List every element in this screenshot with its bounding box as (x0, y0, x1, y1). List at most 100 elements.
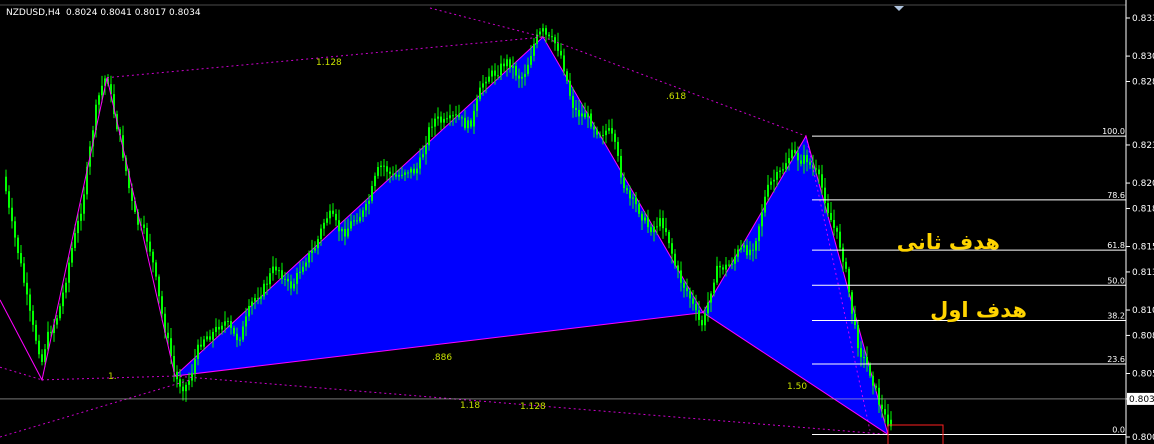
candle-body (293, 283, 295, 289)
candle-body (479, 87, 481, 99)
candle-body (485, 81, 487, 84)
candle-body (773, 179, 775, 182)
candle-body (200, 344, 202, 347)
candle-body (737, 249, 739, 257)
candle-body (251, 301, 253, 306)
candle-body (686, 287, 688, 292)
candle-body (881, 404, 883, 410)
candle-body (668, 232, 670, 244)
candle-body (569, 80, 571, 96)
candle-body (224, 321, 226, 326)
candle-body (851, 292, 853, 314)
price-tick-label: 0.823 (1132, 141, 1154, 151)
candle-body (338, 220, 340, 232)
candle-body (749, 249, 751, 256)
price-tick-label: 0.800 (1132, 433, 1154, 443)
candle-body (233, 327, 235, 334)
candle-body (32, 310, 34, 325)
candle-body (776, 171, 778, 180)
candle-body (491, 70, 493, 77)
candle-body (590, 113, 592, 127)
candle-body (98, 95, 100, 105)
candle-body (302, 266, 304, 272)
candle-body (545, 28, 547, 35)
candle-body (329, 210, 331, 219)
candle-body (65, 282, 67, 293)
candle-body (212, 331, 214, 340)
candle-body (242, 326, 244, 340)
candle-body (785, 163, 787, 170)
candle-body (17, 237, 19, 254)
price-tick-label: 0.805 (1132, 370, 1154, 380)
candle-body (428, 127, 430, 146)
candle-body (419, 157, 421, 169)
candle-body (461, 117, 463, 119)
candle-body (143, 224, 145, 228)
candle-body (743, 245, 745, 248)
candle-body (149, 241, 151, 252)
candle-body (410, 168, 412, 173)
candle-body (230, 321, 232, 328)
candle-body (884, 409, 886, 415)
candle-body (359, 216, 361, 222)
candle-body (275, 266, 277, 271)
candle-body (821, 174, 823, 188)
candle-body (629, 190, 631, 199)
candle-body (617, 141, 619, 156)
candle-body (176, 371, 178, 380)
candle-body (824, 187, 826, 204)
candle-body (431, 126, 433, 128)
candle-body (716, 265, 718, 283)
candle-body (659, 218, 661, 227)
candle-body (500, 63, 502, 76)
candle-body (602, 135, 604, 137)
candle-body (854, 313, 856, 325)
candle-body (512, 65, 514, 68)
candle-body (35, 324, 37, 341)
candle-body (350, 221, 352, 229)
chart-shift-marker[interactable] (894, 6, 904, 11)
candle-body (605, 130, 607, 136)
candle-body (425, 145, 427, 155)
candle-body (68, 262, 70, 283)
price-tick-label: 0.808 (1132, 331, 1154, 341)
candle-body (326, 218, 328, 223)
candle-body (287, 278, 289, 282)
candle-body (653, 226, 655, 233)
candle-body (320, 228, 322, 240)
candle-body (563, 55, 565, 72)
candle-body (530, 55, 532, 65)
candle-body (239, 339, 241, 341)
candle-body (41, 354, 43, 362)
candle-body (875, 385, 877, 388)
candle-body (845, 261, 847, 269)
candle-body (83, 194, 85, 214)
candle-body (839, 231, 841, 248)
candle-body (347, 228, 349, 237)
candle-body (218, 326, 220, 330)
candle-body (836, 227, 838, 232)
candle-body (488, 76, 490, 82)
candle-body (38, 340, 40, 355)
candle-body (248, 305, 250, 317)
candle-body (572, 95, 574, 108)
candle-body (623, 177, 625, 189)
candle-body (161, 296, 163, 314)
candle-body (761, 212, 763, 227)
candle-body (641, 213, 643, 221)
candle-body (401, 174, 403, 176)
candle-body (257, 297, 259, 299)
candle-body (656, 226, 658, 228)
candle-body (245, 316, 247, 327)
candle-body (650, 227, 652, 233)
candle-body (791, 149, 793, 159)
candle-body (701, 319, 703, 326)
fib-level-label: 38.2 (1107, 311, 1125, 320)
candle-body (599, 134, 601, 136)
candle-body (305, 262, 307, 267)
candle-body (182, 386, 184, 392)
candle-body (722, 267, 724, 270)
chart-window: 100.0 78.6 61.8 50.0 38.2 23.6 0.0 0.833 0.830 0… (0, 0, 1154, 444)
candle-body (209, 336, 211, 340)
candle-body (386, 166, 388, 172)
